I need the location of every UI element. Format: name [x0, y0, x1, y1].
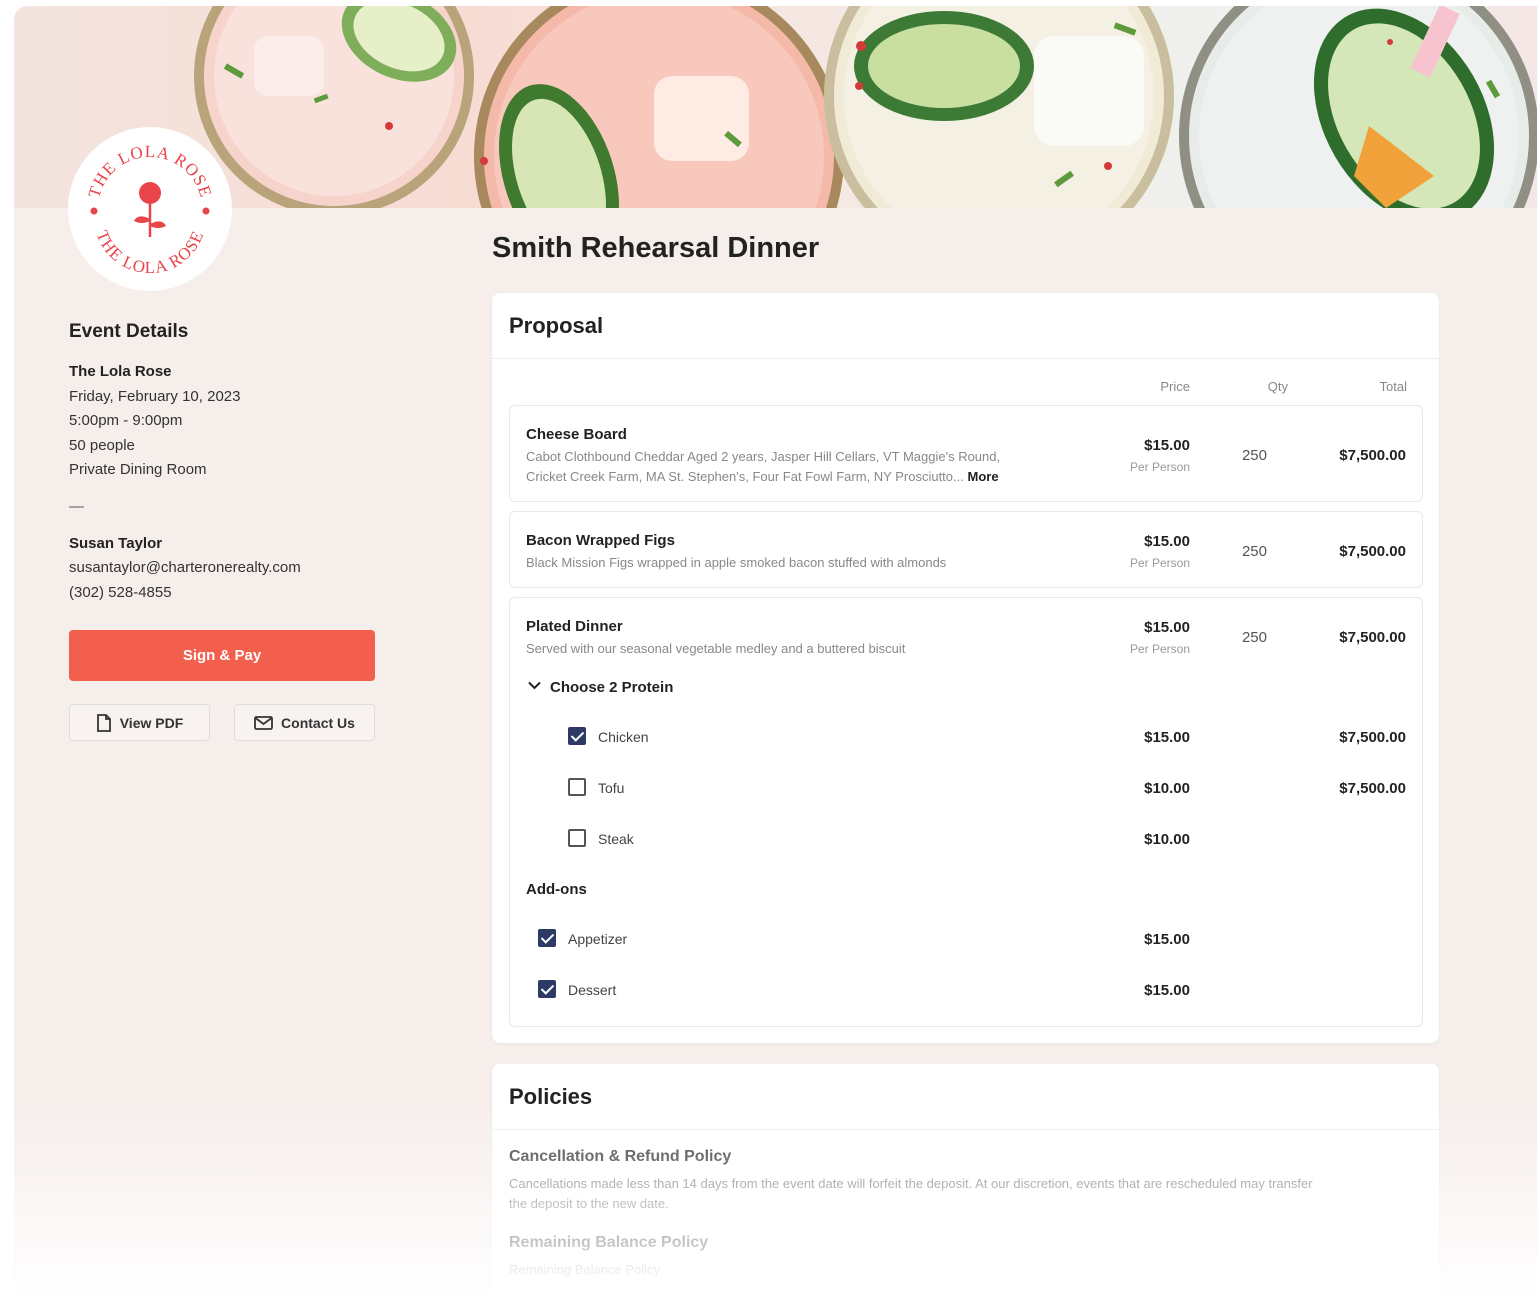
item-qty: 250: [1241, 543, 1267, 560]
item-qty: 250: [1241, 629, 1267, 646]
contact-name: Susan Taylor: [69, 535, 163, 552]
item-description-line: Cricket Creek Farm, MA St. Stephen's, Fo…: [526, 469, 964, 484]
proposal-heading: Proposal: [509, 312, 604, 338]
item-name: Cheese Board: [526, 426, 627, 443]
column-header-price: Price: [1160, 379, 1190, 394]
guest-count: 50 people: [69, 437, 135, 454]
addon-label: Dessert: [568, 982, 617, 998]
addon-label: Appetizer: [568, 931, 628, 947]
checkbox-chicken[interactable]: [568, 727, 586, 745]
venue-name: The Lola Rose: [69, 363, 172, 380]
policies-heading: Policies: [509, 1083, 593, 1109]
item-description: Black Mission Figs wrapped in apple smok…: [526, 555, 947, 570]
option-price: $10.00: [1144, 780, 1190, 797]
option-price: $15.00: [1144, 729, 1190, 746]
event-details-heading: Event Details: [69, 321, 189, 342]
separator: —: [69, 498, 84, 515]
view-pdf-label: View PDF: [119, 714, 184, 731]
addon-price: $15.00: [1144, 982, 1190, 999]
option-label: Steak: [598, 831, 634, 847]
contact-phone: (302) 528-4855: [69, 584, 172, 601]
column-header-qty: Qty: [1267, 379, 1288, 394]
envelope-icon: [254, 715, 273, 730]
chevron-down-icon[interactable]: [528, 678, 541, 693]
item-qty: 250: [1241, 447, 1267, 464]
policy-title: Remaining Balance Policy: [509, 1234, 709, 1251]
item-description: Served with our seasonal vegetable medle…: [526, 641, 906, 656]
item-price: $15.00: [1144, 533, 1190, 550]
sign-pay-button[interactable]: Sign & Pay: [69, 630, 375, 681]
page-frame: THE LOLA ROSE THE LOLA ROSE Event Detail…: [14, 6, 1537, 1294]
option-label: Chicken: [598, 729, 649, 745]
option-total: $7,500.00: [1339, 729, 1406, 746]
addon-price: $15.00: [1144, 931, 1190, 948]
line-item-cheese-board: Cheese Board Cabot Clothbound Cheddar Ag…: [509, 405, 1423, 502]
proposal-header: Proposal: [492, 293, 1439, 359]
item-price: $15.00: [1144, 437, 1190, 454]
checkbox-dessert[interactable]: [538, 980, 556, 998]
item-unit: Per Person: [1129, 556, 1190, 570]
checkbox-appetizer[interactable]: [538, 929, 556, 947]
hero-banner-image: [14, 6, 1537, 208]
option-total: $7,500.00: [1339, 780, 1406, 797]
policy-text: Remaining Balance Policy: [509, 1262, 661, 1277]
protein-group-toggle[interactable]: Choose 2 Protein: [550, 679, 673, 696]
event-room: Private Dining Room: [69, 461, 207, 478]
contact-us-label: Contact Us: [281, 714, 355, 731]
item-description: Cabot Clothbound Cheddar Aged 2 years, J…: [526, 447, 1000, 487]
policy-title: Cancellation & Refund Policy: [509, 1148, 732, 1165]
item-total: $7,500.00: [1339, 543, 1406, 560]
more-link[interactable]: More: [968, 469, 999, 484]
item-description-line: Cabot Clothbound Cheddar Aged 2 years, J…: [526, 449, 1001, 464]
page-title: Smith Rehearsal Dinner: [492, 232, 820, 264]
event-time: 5:00pm - 9:00pm: [69, 412, 183, 429]
item-unit: Per Person: [1129, 642, 1190, 656]
item-unit: Per Person: [1129, 460, 1190, 474]
contact-us-button[interactable]: Contact Us: [234, 704, 375, 741]
option-price: $10.00: [1144, 831, 1190, 848]
item-total: $7,500.00: [1339, 629, 1406, 646]
item-name: Bacon Wrapped Figs: [526, 532, 675, 549]
item-name: Plated Dinner: [526, 618, 623, 635]
lola-rose-logo: THE LOLA ROSE THE LOLA ROSE: [68, 127, 232, 291]
policy-text-line: Cancellations made less than 14 days fro…: [509, 1176, 1313, 1191]
view-pdf-button[interactable]: View PDF: [69, 704, 210, 741]
item-price: $15.00: [1144, 619, 1190, 636]
event-date: Friday, February 10, 2023: [69, 388, 241, 405]
policies-card: Policies Cancellation & Refund Policy Ca…: [492, 1064, 1439, 1294]
contact-email: susantaylor@charteronerealty.com: [69, 559, 301, 576]
document-icon: [96, 713, 112, 732]
checkbox-tofu[interactable]: [568, 778, 586, 796]
item-total: $7,500.00: [1339, 447, 1406, 464]
proposal-card: Proposal Price Qty Total Cheese Board Ca…: [492, 293, 1439, 1043]
policy-text-line: the deposit to the new date.: [509, 1196, 669, 1211]
policies-header: Policies: [492, 1064, 1439, 1130]
checkbox-steak[interactable]: [568, 829, 586, 847]
policy-text: Cancellations made less than 14 days fro…: [509, 1174, 1409, 1214]
addons-heading: Add-ons: [526, 881, 587, 898]
column-header-total: Total: [1379, 379, 1407, 394]
line-item-plated-dinner: Plated Dinner Served with our seasonal v…: [509, 597, 1423, 1027]
line-item-bacon-wrapped-figs: Bacon Wrapped Figs Black Mission Figs wr…: [509, 511, 1423, 588]
option-label: Tofu: [598, 780, 625, 796]
